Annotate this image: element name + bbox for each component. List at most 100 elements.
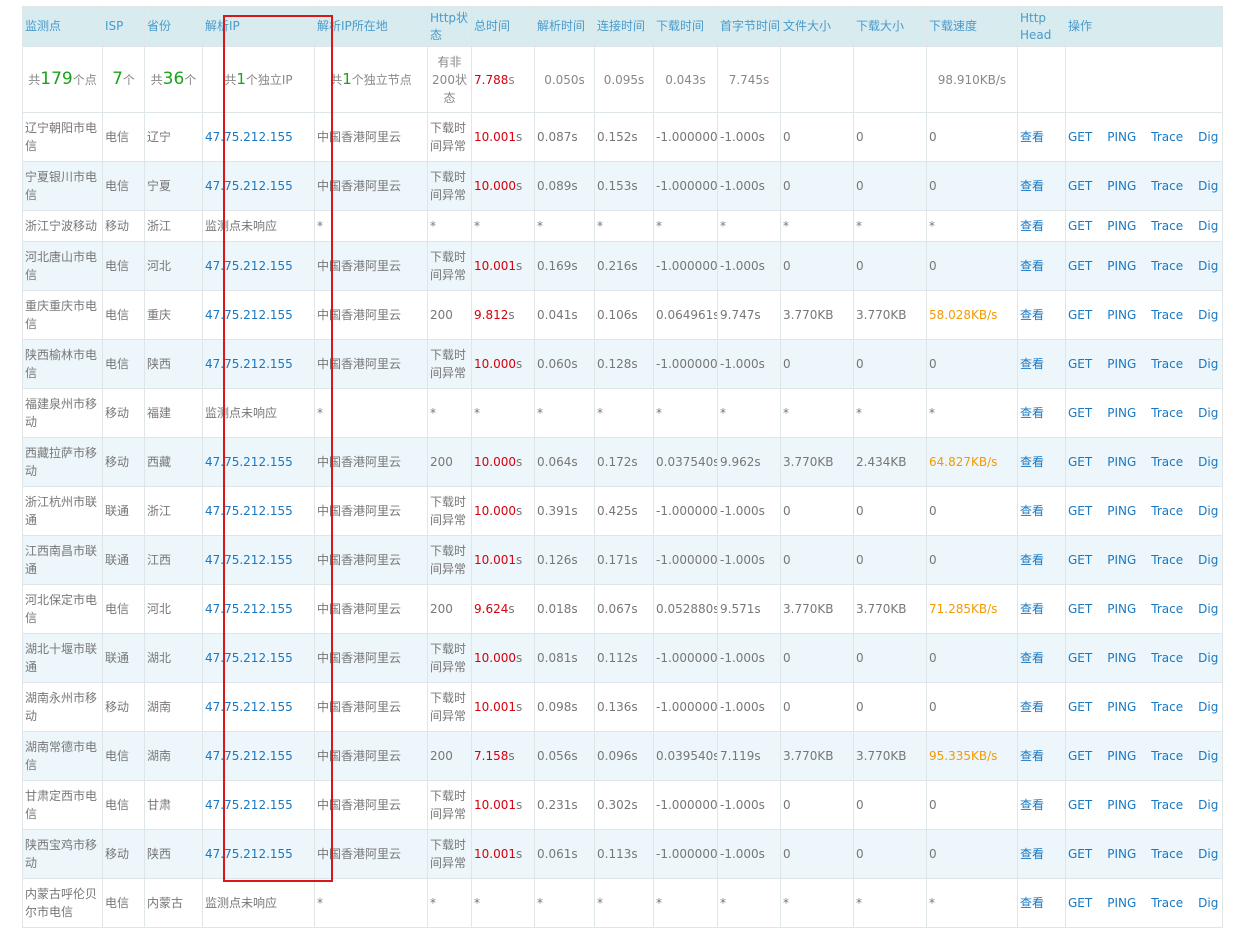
view-head-link[interactable]: 查看	[1020, 700, 1044, 714]
cell-ip[interactable]: 47.75.212.155	[202, 780, 315, 830]
ping-link[interactable]: PING	[1107, 845, 1136, 863]
ping-link[interactable]: PING	[1107, 177, 1136, 195]
cell-ip[interactable]: 47.75.212.155	[202, 339, 315, 389]
view-head-link[interactable]: 查看	[1020, 179, 1044, 193]
get-link[interactable]: GET	[1068, 306, 1092, 324]
ping-link[interactable]: PING	[1107, 747, 1136, 765]
view-head-link[interactable]: 查看	[1020, 651, 1044, 665]
dig-link[interactable]: Dig	[1198, 551, 1218, 569]
ping-link[interactable]: PING	[1107, 257, 1136, 275]
cell-ip[interactable]: 47.75.212.155	[202, 241, 315, 291]
ping-link[interactable]: PING	[1107, 128, 1136, 146]
trace-link[interactable]: Trace	[1151, 600, 1183, 618]
trace-link[interactable]: Trace	[1151, 404, 1183, 422]
ping-link[interactable]: PING	[1107, 453, 1136, 471]
dig-link[interactable]: Dig	[1198, 649, 1218, 667]
ping-link[interactable]: PING	[1107, 217, 1136, 235]
cell-ip[interactable]: 47.75.212.155	[202, 829, 315, 879]
cell-ip[interactable]: 47.75.212.155	[202, 112, 315, 162]
view-head-link[interactable]: 查看	[1020, 308, 1044, 322]
cell-ip[interactable]: 47.75.212.155	[202, 290, 315, 340]
get-link[interactable]: GET	[1068, 894, 1092, 912]
get-link[interactable]: GET	[1068, 453, 1092, 471]
dig-link[interactable]: Dig	[1198, 177, 1218, 195]
ping-link[interactable]: PING	[1107, 551, 1136, 569]
dig-link[interactable]: Dig	[1198, 453, 1218, 471]
trace-link[interactable]: Trace	[1151, 217, 1183, 235]
dig-link[interactable]: Dig	[1198, 600, 1218, 618]
ping-link[interactable]: PING	[1107, 404, 1136, 422]
get-link[interactable]: GET	[1068, 177, 1092, 195]
trace-link[interactable]: Trace	[1151, 453, 1183, 471]
ping-link[interactable]: PING	[1107, 502, 1136, 520]
view-head-link[interactable]: 查看	[1020, 749, 1044, 763]
get-link[interactable]: GET	[1068, 600, 1092, 618]
view-head-link[interactable]: 查看	[1020, 259, 1044, 273]
dig-link[interactable]: Dig	[1198, 217, 1218, 235]
dig-link[interactable]: Dig	[1198, 355, 1218, 373]
trace-link[interactable]: Trace	[1151, 649, 1183, 667]
cell-point: 陕西宝鸡市移动	[22, 829, 103, 879]
view-head-link[interactable]: 查看	[1020, 847, 1044, 861]
get-link[interactable]: GET	[1068, 355, 1092, 373]
dig-link[interactable]: Dig	[1198, 257, 1218, 275]
trace-link[interactable]: Trace	[1151, 894, 1183, 912]
trace-link[interactable]: Trace	[1151, 796, 1183, 814]
dig-link[interactable]: Dig	[1198, 306, 1218, 324]
dig-link[interactable]: Dig	[1198, 404, 1218, 422]
ping-link[interactable]: PING	[1107, 600, 1136, 618]
dig-link[interactable]: Dig	[1198, 796, 1218, 814]
get-link[interactable]: GET	[1068, 217, 1092, 235]
cell-ip[interactable]: 47.75.212.155	[202, 682, 315, 732]
get-link[interactable]: GET	[1068, 404, 1092, 422]
get-link[interactable]: GET	[1068, 649, 1092, 667]
ping-link[interactable]: PING	[1107, 306, 1136, 324]
ping-link[interactable]: PING	[1107, 698, 1136, 716]
trace-link[interactable]: Trace	[1151, 257, 1183, 275]
trace-link[interactable]: Trace	[1151, 551, 1183, 569]
view-head-link[interactable]: 查看	[1020, 504, 1044, 518]
view-head-link[interactable]: 查看	[1020, 455, 1044, 469]
get-link[interactable]: GET	[1068, 257, 1092, 275]
view-head-link[interactable]: 查看	[1020, 406, 1044, 420]
trace-link[interactable]: Trace	[1151, 128, 1183, 146]
get-link[interactable]: GET	[1068, 698, 1092, 716]
cell-ip[interactable]: 47.75.212.155	[202, 731, 315, 781]
trace-link[interactable]: Trace	[1151, 698, 1183, 716]
get-link[interactable]: GET	[1068, 502, 1092, 520]
dig-link[interactable]: Dig	[1198, 128, 1218, 146]
cell-ip[interactable]: 47.75.212.155	[202, 535, 315, 585]
get-link[interactable]: GET	[1068, 128, 1092, 146]
get-link[interactable]: GET	[1068, 796, 1092, 814]
trace-link[interactable]: Trace	[1151, 177, 1183, 195]
dig-link[interactable]: Dig	[1198, 698, 1218, 716]
cell-ip[interactable]: 47.75.212.155	[202, 633, 315, 683]
trace-link[interactable]: Trace	[1151, 747, 1183, 765]
cell-ip[interactable]: 47.75.212.155	[202, 161, 315, 211]
dig-link[interactable]: Dig	[1198, 845, 1218, 863]
cell-ip[interactable]: 47.75.212.155	[202, 584, 315, 634]
get-link[interactable]: GET	[1068, 845, 1092, 863]
ping-link[interactable]: PING	[1107, 894, 1136, 912]
view-head-link[interactable]: 查看	[1020, 553, 1044, 567]
dig-link[interactable]: Dig	[1198, 894, 1218, 912]
dig-link[interactable]: Dig	[1198, 747, 1218, 765]
ping-link[interactable]: PING	[1107, 796, 1136, 814]
dig-link[interactable]: Dig	[1198, 502, 1218, 520]
view-head-link[interactable]: 查看	[1020, 896, 1044, 910]
view-head-link[interactable]: 查看	[1020, 219, 1044, 233]
ping-link[interactable]: PING	[1107, 649, 1136, 667]
view-head-link[interactable]: 查看	[1020, 357, 1044, 371]
get-link[interactable]: GET	[1068, 747, 1092, 765]
trace-link[interactable]: Trace	[1151, 845, 1183, 863]
cell-ip[interactable]: 47.75.212.155	[202, 437, 315, 487]
trace-link[interactable]: Trace	[1151, 502, 1183, 520]
cell-ip[interactable]: 47.75.212.155	[202, 486, 315, 536]
trace-link[interactable]: Trace	[1151, 355, 1183, 373]
view-head-link[interactable]: 查看	[1020, 798, 1044, 812]
get-link[interactable]: GET	[1068, 551, 1092, 569]
ping-link[interactable]: PING	[1107, 355, 1136, 373]
view-head-link[interactable]: 查看	[1020, 130, 1044, 144]
view-head-link[interactable]: 查看	[1020, 602, 1044, 616]
trace-link[interactable]: Trace	[1151, 306, 1183, 324]
